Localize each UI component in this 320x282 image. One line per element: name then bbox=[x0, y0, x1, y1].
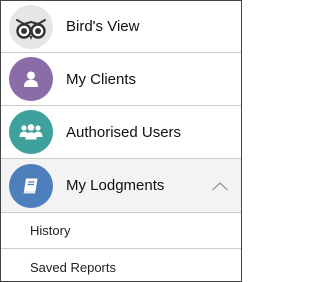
my-lodgments-icon-circle bbox=[9, 163, 53, 208]
navigation-menu: Bird's View My Clients Authorised Users bbox=[0, 0, 242, 282]
submenu-item-label: Saved Reports bbox=[30, 259, 116, 275]
menu-item-birds-view[interactable]: Bird's View bbox=[1, 1, 241, 53]
authorised-users-icon-circle bbox=[9, 110, 53, 154]
my-lodgments-label: My Lodgments bbox=[66, 177, 165, 194]
owl-icon bbox=[16, 18, 46, 40]
menu-item-authorised-users[interactable]: Authorised Users bbox=[1, 106, 241, 159]
birds-view-label: Bird's View bbox=[66, 18, 140, 35]
my-clients-label: My Clients bbox=[66, 70, 137, 88]
submenu-item-label: History bbox=[30, 223, 71, 238]
birds-view-icon-circle bbox=[9, 4, 53, 49]
users-group-icon bbox=[19, 124, 43, 140]
chevron-up-icon[interactable] bbox=[211, 179, 229, 193]
book-icon bbox=[23, 178, 38, 193]
my-clients-icon-circle bbox=[9, 57, 53, 101]
menu-item-my-clients[interactable]: My Clients bbox=[1, 53, 241, 106]
submenu-item-history[interactable]: History bbox=[1, 213, 241, 249]
menu-item-my-lodgments[interactable]: My Lodgments bbox=[1, 159, 241, 213]
authorised-users-label: Authorised Users bbox=[66, 123, 182, 141]
submenu-item-saved-reports[interactable]: Saved Reports bbox=[1, 249, 241, 281]
user-icon bbox=[24, 71, 38, 87]
